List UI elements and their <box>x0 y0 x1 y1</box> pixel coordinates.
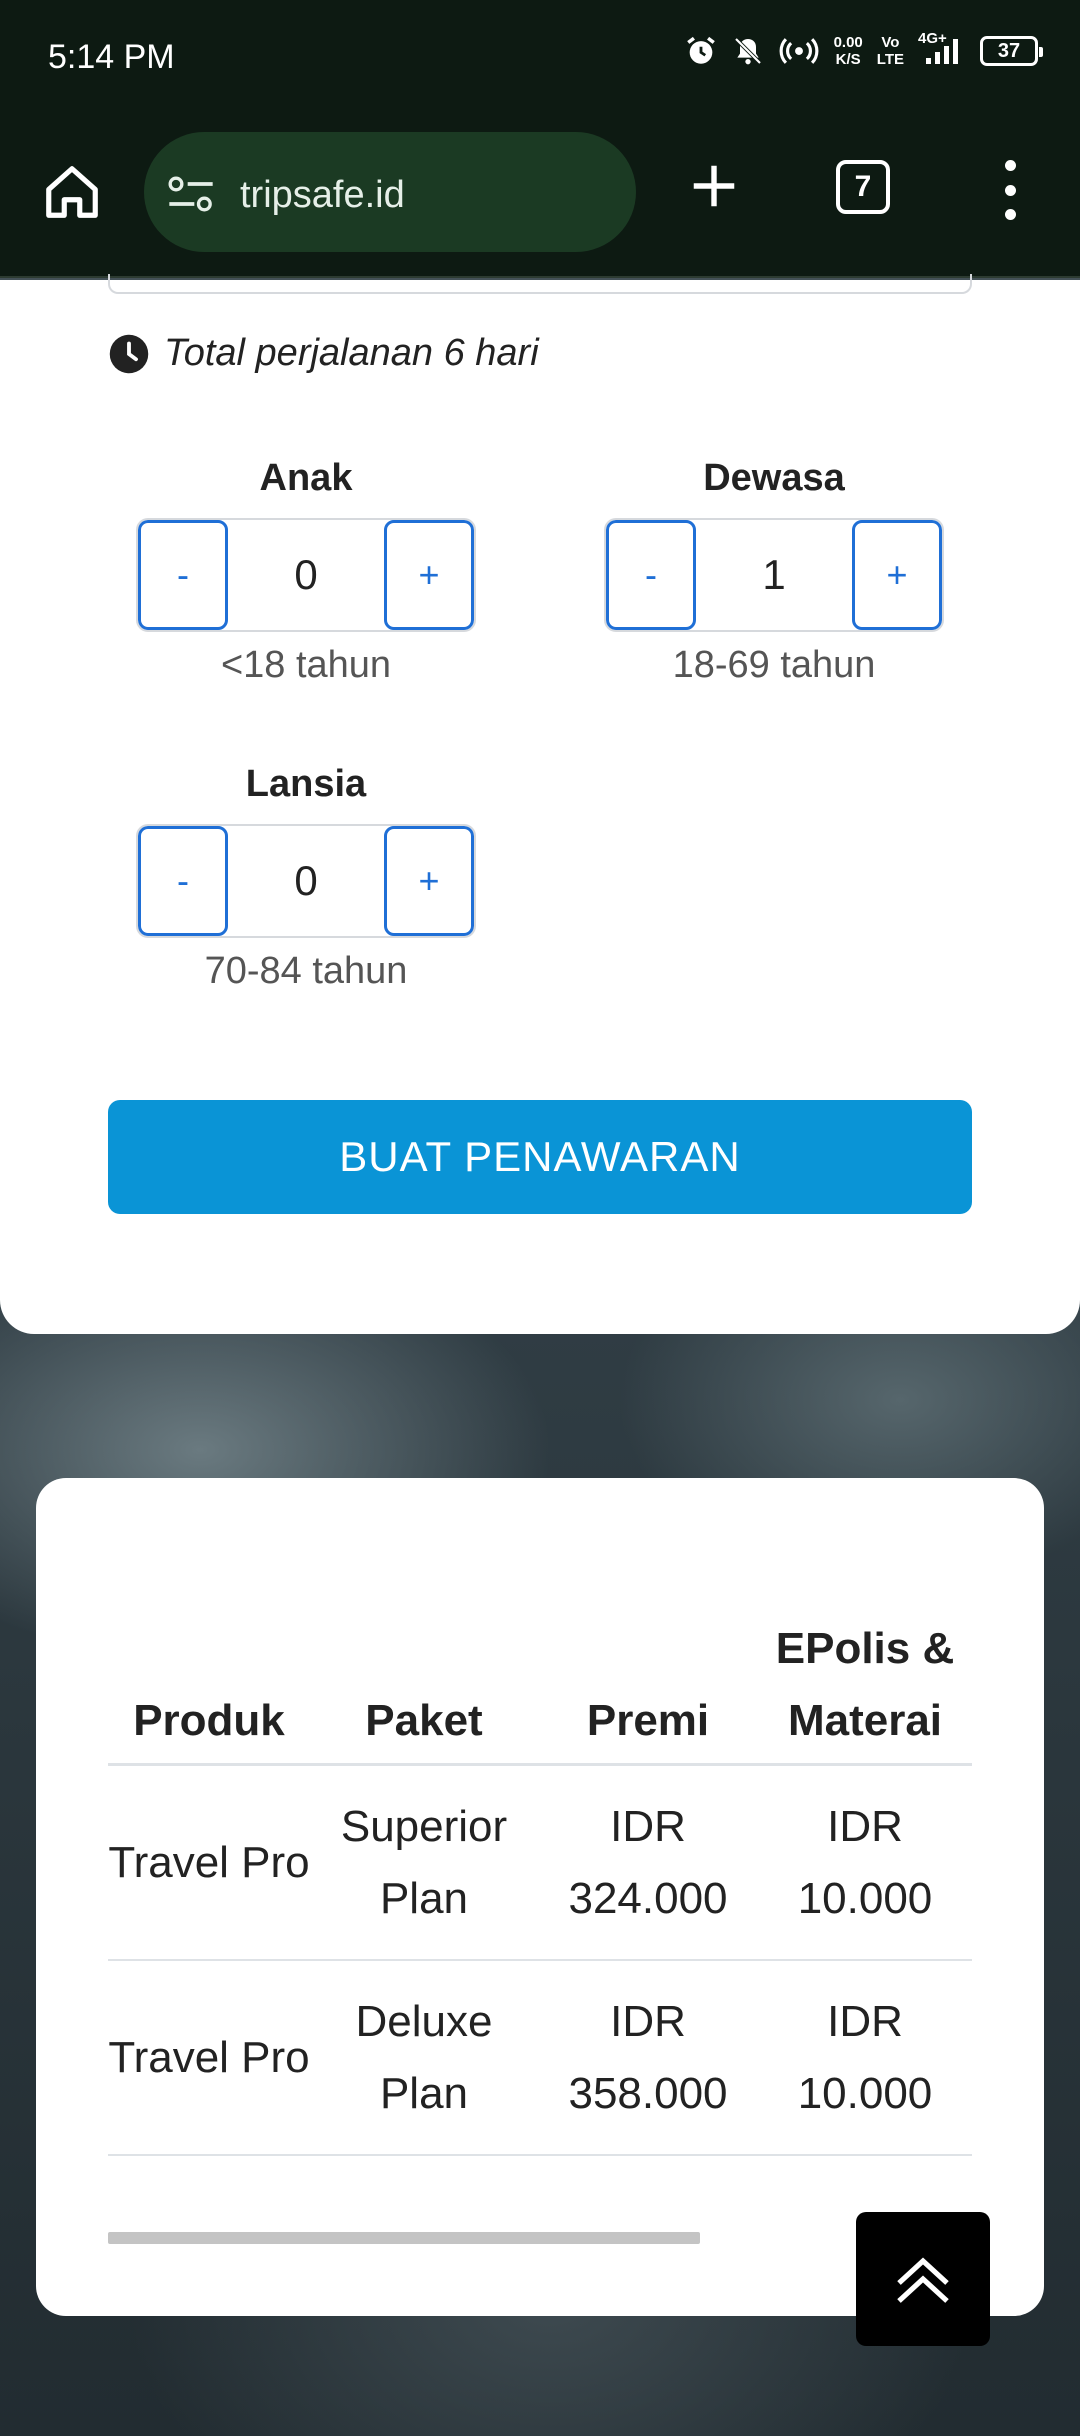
table-cell: IDR 324.000 <box>568 1801 728 1923</box>
stepper-label: Anak <box>259 457 353 499</box>
more-vert-icon[interactable] <box>990 160 1030 220</box>
quantity-value[interactable]: 0 <box>228 520 384 630</box>
horizontal-scrollbar[interactable] <box>108 2232 700 2244</box>
table-row: Travel Pro Deluxe Plan IDR 358.000 IDR 1… <box>108 1961 972 2156</box>
table-header-row: Produk Paket Premi EPolis & Materai <box>108 1558 972 1766</box>
trip-duration: Total perjalanan 6 hari <box>108 332 539 375</box>
age-range-hint: 70-84 tahun <box>204 950 408 992</box>
quantity-stepper: - 1 + <box>604 518 944 632</box>
age-range-hint: <18 tahun <box>220 644 392 686</box>
volte-indicator: Vo LTE <box>877 34 904 68</box>
table-cell: IDR 10.000 <box>797 1801 933 1923</box>
bell-off-icon <box>732 35 764 67</box>
browser-toolbar: tripsafe.id 7 <box>0 120 1080 278</box>
increment-button[interactable]: + <box>852 520 942 630</box>
quote-table-card: Produk Paket Premi EPolis & Materai Trav… <box>36 1478 1044 2316</box>
quantity-stepper: - 0 + <box>136 824 476 938</box>
increment-button[interactable]: + <box>384 520 474 630</box>
volte-bottom: LTE <box>876 51 904 68</box>
plus-icon <box>693 165 735 207</box>
clock-icon <box>109 334 149 373</box>
table-cell: Travel Pro <box>108 1837 310 1887</box>
table-cell: Deluxe Plan <box>355 1996 493 2118</box>
volte-top: Vo <box>881 34 900 51</box>
create-offer-button[interactable]: BUAT PENAWARAN <box>108 1100 972 1214</box>
quote-form-card: Total perjalanan 6 hari Anak - 0 + <18 t… <box>0 274 1080 1334</box>
status-time: 5:14 PM <box>48 38 175 76</box>
quote-table: Produk Paket Premi EPolis & Materai Trav… <box>108 1558 972 2156</box>
table-cell: IDR 358.000 <box>568 1996 728 2118</box>
scroll-to-top-button[interactable] <box>856 2212 990 2346</box>
alarm-icon <box>684 34 718 68</box>
table-header-cell: Produk <box>133 1696 285 1745</box>
table-cell: Travel Pro <box>108 2032 310 2082</box>
tune-icon[interactable] <box>166 174 216 214</box>
stepper-group-dewasa: Dewasa - 1 + 18-69 tahun <box>604 452 944 687</box>
tab-switcher-button[interactable]: 7 <box>836 160 890 214</box>
status-bar: 5:14 PM 0.00 K/S Vo LTE 4G+ 37 <box>0 0 1080 120</box>
table-header-cell: Paket <box>365 1696 483 1745</box>
stepper-group-anak: Anak - 0 + <18 tahun <box>136 452 476 687</box>
table-row: Travel Pro Superior Plan IDR 324.000 IDR… <box>108 1766 972 1961</box>
new-tab-button[interactable] <box>680 152 748 220</box>
url-text[interactable]: tripsafe.id <box>240 174 405 217</box>
signal-icon: 4G+ <box>918 30 966 66</box>
decrement-button[interactable]: - <box>138 520 228 630</box>
stepper-label: Lansia <box>245 763 367 805</box>
home-button[interactable] <box>36 156 108 228</box>
net-speed-value: 0.00 <box>833 34 863 51</box>
trip-duration-text: Total perjalanan 6 hari <box>164 332 539 374</box>
stepper-group-lansia: Lansia - 0 + 70-84 tahun <box>136 758 476 993</box>
quantity-value[interactable]: 1 <box>696 520 852 630</box>
decrement-button[interactable]: - <box>606 520 696 630</box>
status-icons: 0.00 K/S Vo LTE 4G+ 37 <box>684 30 1043 68</box>
table-header-cell: EPolis & Materai <box>775 1624 955 1745</box>
home-icon <box>46 166 98 218</box>
quantity-stepper: - 0 + <box>136 518 476 632</box>
age-range-hint: 18-69 tahun <box>672 644 876 686</box>
network-type: 4G+ <box>918 30 947 47</box>
net-speed-unit: K/S <box>835 51 861 68</box>
table-cell: IDR 10.000 <box>797 1996 933 2118</box>
stepper-label: Dewasa <box>703 457 845 499</box>
table-cell: Superior Plan <box>340 1801 508 1923</box>
increment-button[interactable]: + <box>384 826 474 936</box>
decrement-button[interactable]: - <box>138 826 228 936</box>
net-speed: 0.00 K/S <box>834 34 863 68</box>
double-chevron-up-icon <box>897 2257 949 2303</box>
table-header-cell: Premi <box>586 1696 710 1745</box>
date-field-bottom-edge[interactable] <box>108 274 972 294</box>
address-bar[interactable]: tripsafe.id <box>144 132 636 252</box>
quantity-value[interactable]: 0 <box>228 826 384 936</box>
hotspot-icon <box>778 35 820 67</box>
battery-indicator: 37 <box>980 36 1043 66</box>
